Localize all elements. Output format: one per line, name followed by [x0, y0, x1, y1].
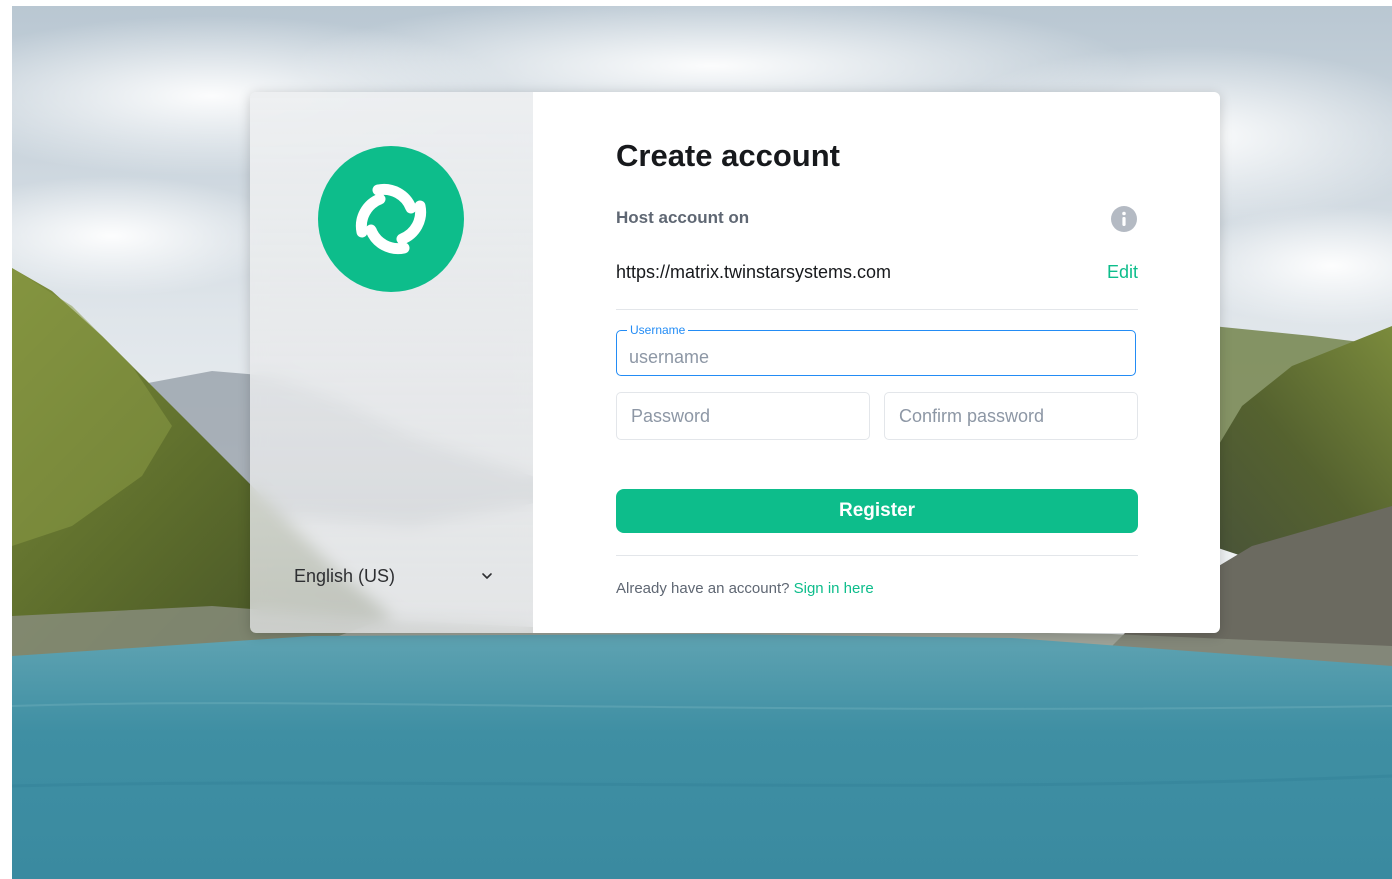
- signin-prompt-row: Already have an account? Sign in here: [616, 580, 874, 597]
- username-input[interactable]: [617, 331, 1135, 375]
- divider: [616, 309, 1138, 310]
- auth-card: English (US) Create account Host account…: [250, 92, 1220, 633]
- element-logo-icon: [318, 146, 464, 292]
- auth-card-sidebar: English (US): [250, 92, 533, 633]
- host-server-url: https://matrix.twinstarsystems.com: [616, 262, 892, 282]
- password-input[interactable]: [617, 393, 869, 439]
- signin-prompt-text: Already have an account?: [616, 580, 790, 597]
- auth-card-body: Create account Host account on https://m…: [533, 92, 1220, 633]
- confirm-password-field: [884, 392, 1138, 440]
- register-button[interactable]: Register: [616, 489, 1138, 533]
- language-selected-label: English (US): [294, 565, 396, 586]
- language-selector[interactable]: English (US): [294, 562, 494, 590]
- page-title: Create account: [616, 138, 840, 173]
- confirm-password-input[interactable]: [885, 393, 1137, 439]
- password-field: [616, 392, 870, 440]
- username-field: Username: [616, 323, 1136, 376]
- signin-link[interactable]: Sign in here: [794, 580, 874, 597]
- divider: [616, 555, 1138, 556]
- host-label: Host account on: [616, 208, 750, 227]
- app-window: English (US) Create account Host account…: [12, 6, 1392, 879]
- edit-server-link[interactable]: Edit: [1093, 262, 1138, 283]
- info-icon[interactable]: [1110, 205, 1138, 233]
- chevron-down-icon: [482, 573, 492, 579]
